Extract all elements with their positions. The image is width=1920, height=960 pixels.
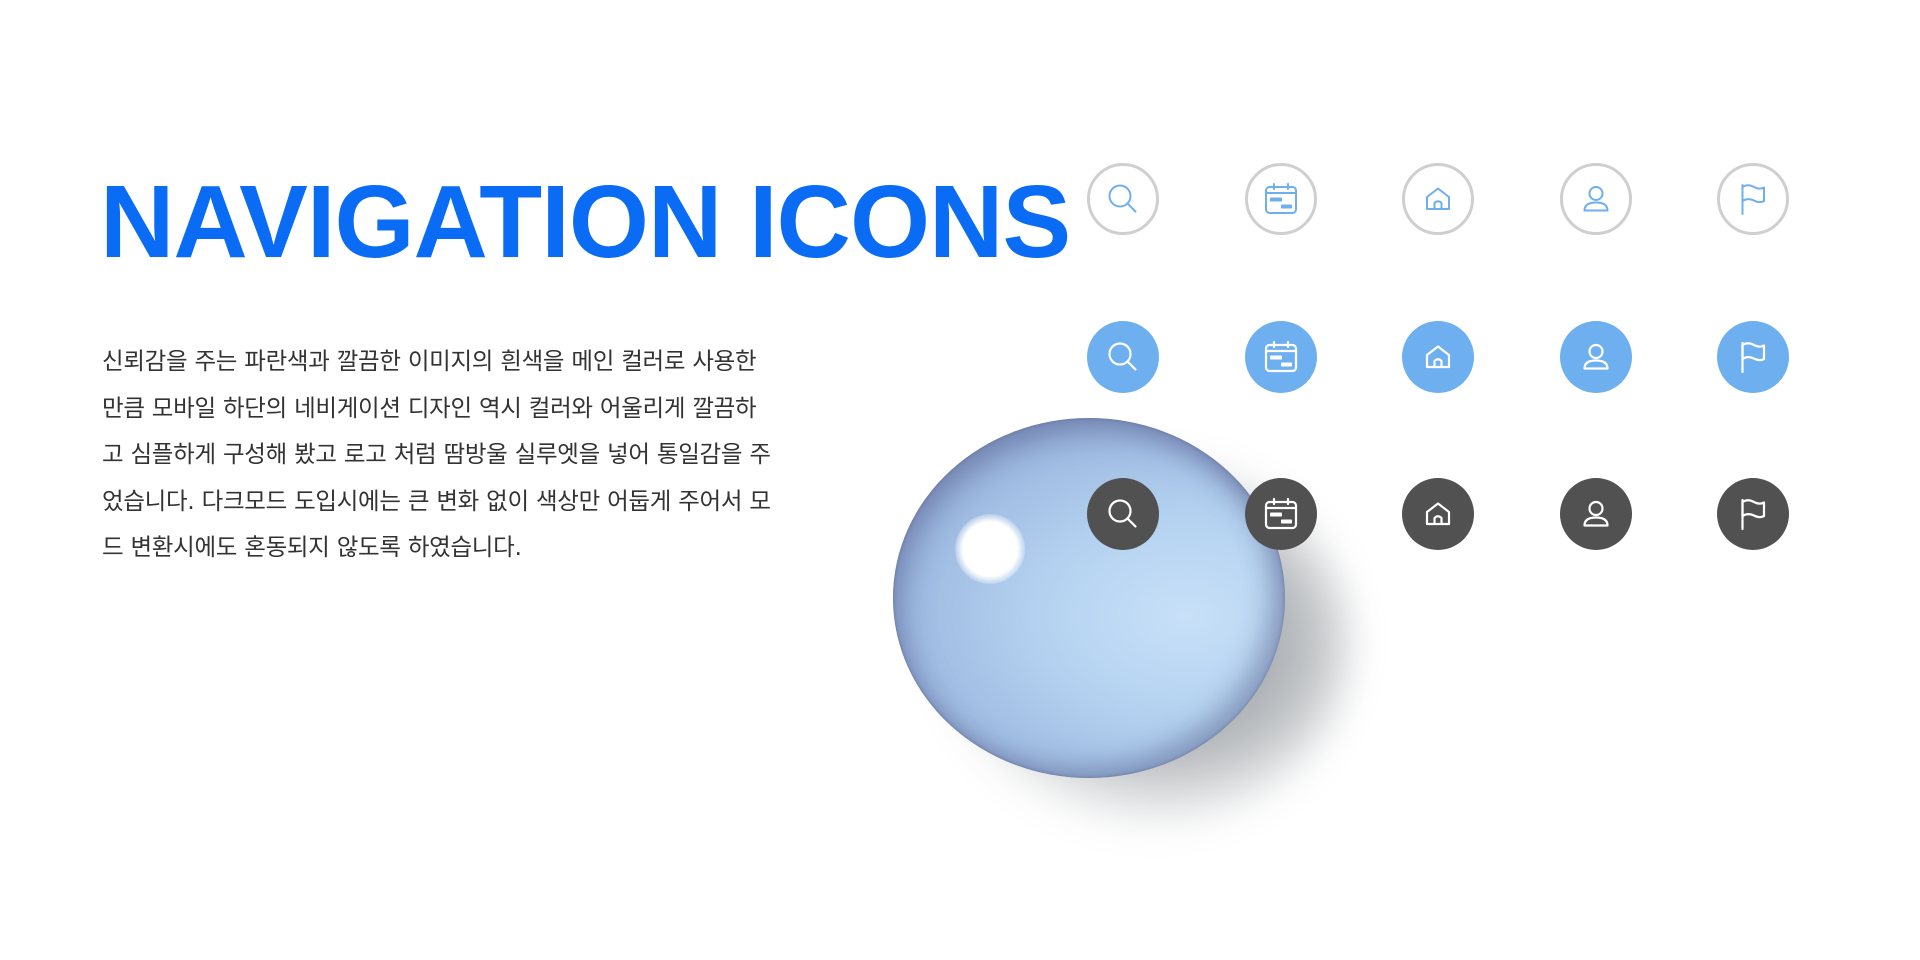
calendar-icon [1264, 340, 1298, 373]
home-icon [1425, 502, 1451, 526]
description-line: 만큼 모바일 하단의 네비게이션 디자인 역시 컬러와 어울리게 깔끔하 [102, 393, 757, 422]
description-line: 드 변환시에도 혼동되지 않도록 하였습니다. [102, 533, 522, 561]
user-icon [1583, 500, 1609, 527]
water-drop-highlight [955, 514, 1025, 584]
description-line: 었습니다. 다크모드 도입시에는 큰 변화 없이 색상만 어둡게 주어서 모 [102, 486, 771, 515]
description-line: 고 심플하게 구성해 봤고 로고 처럼 땀방울 실루엣을 넣어 통일감을 주 [102, 440, 771, 468]
nav-button-flag-blue[interactable] [1717, 321, 1789, 393]
search-icon [1108, 499, 1137, 528]
nav-button-search-blue[interactable] [1087, 321, 1159, 393]
nav-button-calendar-dark[interactable] [1245, 478, 1317, 550]
nav-button-flag-light[interactable] [1717, 163, 1789, 235]
calendar-icon [1264, 497, 1298, 530]
nav-button-search-dark[interactable] [1087, 478, 1159, 550]
nav-button-home-dark[interactable] [1402, 478, 1474, 550]
water-drop-illustration [893, 418, 1285, 778]
home-icon [1425, 345, 1451, 369]
nav-button-home-light[interactable] [1402, 163, 1474, 235]
flag-icon [1741, 341, 1766, 374]
user-icon [1583, 186, 1609, 212]
home-icon [1426, 187, 1450, 210]
description-line: 신뢰감을 주는 파란색과 깔끔한 이미지의 흰색을 메인 컬러로 사용한 [102, 347, 757, 375]
nav-button-home-blue[interactable] [1402, 321, 1474, 393]
nav-button-calendar-light[interactable] [1245, 163, 1317, 235]
user-icon [1583, 343, 1609, 370]
nav-button-user-light[interactable] [1560, 163, 1632, 235]
nav-button-user-dark[interactable] [1560, 478, 1632, 550]
nav-button-calendar-blue[interactable] [1245, 321, 1317, 393]
nav-button-flag-dark[interactable] [1717, 478, 1789, 550]
search-icon [1108, 184, 1137, 213]
description: 신뢰감을 주는 파란색과 깔끔한 이미지의 흰색을 메인 컬러로 사용한 만큼 … [102, 338, 862, 571]
search-icon [1108, 342, 1137, 371]
calendar-icon [1265, 183, 1297, 214]
flag-icon [1741, 184, 1765, 215]
flag-icon [1741, 498, 1766, 531]
page-title: NAVIGATION ICONS [100, 164, 1071, 279]
nav-button-user-blue[interactable] [1560, 321, 1632, 393]
nav-button-search-light[interactable] [1087, 163, 1159, 235]
